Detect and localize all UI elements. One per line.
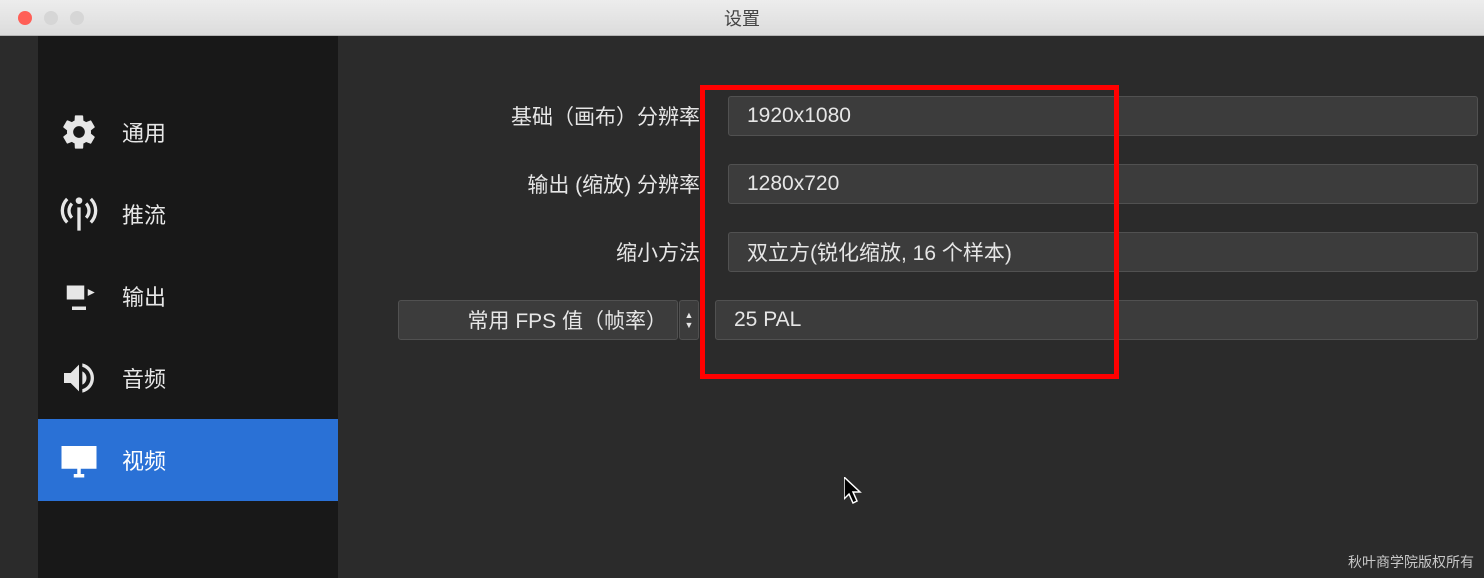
- window-title: 设置: [0, 5, 1484, 31]
- sidebar-item-label: 通用: [122, 116, 166, 148]
- fps-value: 25 PAL: [734, 308, 801, 332]
- downscale-filter-row: 缩小方法 双立方(锐化缩放, 16 个样本): [338, 232, 1484, 272]
- base-resolution-row: 基础（画布）分辨率 1920x1080: [338, 96, 1484, 136]
- output-resolution-value: 1280x720: [747, 172, 839, 196]
- audio-icon: [54, 358, 104, 398]
- downscale-filter-label: 缩小方法: [338, 237, 712, 267]
- sidebar-item-general[interactable]: 通用: [38, 91, 338, 173]
- fps-type-stepper[interactable]: ▲ ▼: [679, 300, 699, 340]
- output-resolution-select[interactable]: 1280x720: [728, 164, 1478, 204]
- sidebar-item-audio[interactable]: 音频: [38, 337, 338, 419]
- cursor-icon: [844, 477, 862, 503]
- sidebar: 通用 推流 输出 音频 视频: [38, 36, 338, 578]
- downscale-filter-select[interactable]: 双立方(锐化缩放, 16 个样本): [728, 232, 1478, 272]
- sidebar-item-label: 音频: [122, 362, 166, 394]
- downscale-filter-value: 双立方(锐化缩放, 16 个样本): [747, 237, 1012, 267]
- sidebar-item-label: 输出: [122, 280, 166, 312]
- fps-type-select[interactable]: 常用 FPS 值（帧率）: [398, 300, 678, 340]
- output-resolution-label: 输出 (缩放) 分辨率: [338, 169, 712, 199]
- titlebar: 设置: [0, 0, 1484, 36]
- chevron-down-icon: ▼: [685, 320, 694, 330]
- close-window-icon[interactable]: [18, 11, 32, 25]
- gear-icon: [54, 112, 104, 152]
- base-resolution-label: 基础（画布）分辨率: [338, 101, 712, 131]
- sidebar-item-output[interactable]: 输出: [38, 255, 338, 337]
- settings-panel: 基础（画布）分辨率 1920x1080 输出 (缩放) 分辨率 1280x720…: [338, 36, 1484, 578]
- chevron-up-icon: ▲: [685, 310, 694, 320]
- video-icon: [54, 439, 104, 481]
- output-resolution-row: 输出 (缩放) 分辨率 1280x720: [338, 164, 1484, 204]
- fps-row: 常用 FPS 值（帧率） ▲ ▼ 25 PAL: [338, 300, 1484, 340]
- antenna-icon: [54, 194, 104, 234]
- output-icon: [54, 275, 104, 317]
- minimize-window-icon[interactable]: [44, 11, 58, 25]
- maximize-window-icon[interactable]: [70, 11, 84, 25]
- sidebar-item-video[interactable]: 视频: [38, 419, 338, 501]
- fps-value-select[interactable]: 25 PAL: [715, 300, 1478, 340]
- sidebar-item-label: 推流: [122, 198, 166, 230]
- traffic-lights: [0, 11, 84, 25]
- sidebar-item-label: 视频: [122, 444, 166, 476]
- base-resolution-value: 1920x1080: [747, 104, 851, 128]
- sidebar-item-stream[interactable]: 推流: [38, 173, 338, 255]
- base-resolution-select[interactable]: 1920x1080: [728, 96, 1478, 136]
- watermark: 秋叶商学院版权所有: [1348, 552, 1474, 572]
- fps-label: 常用 FPS 值（帧率）: [467, 305, 667, 335]
